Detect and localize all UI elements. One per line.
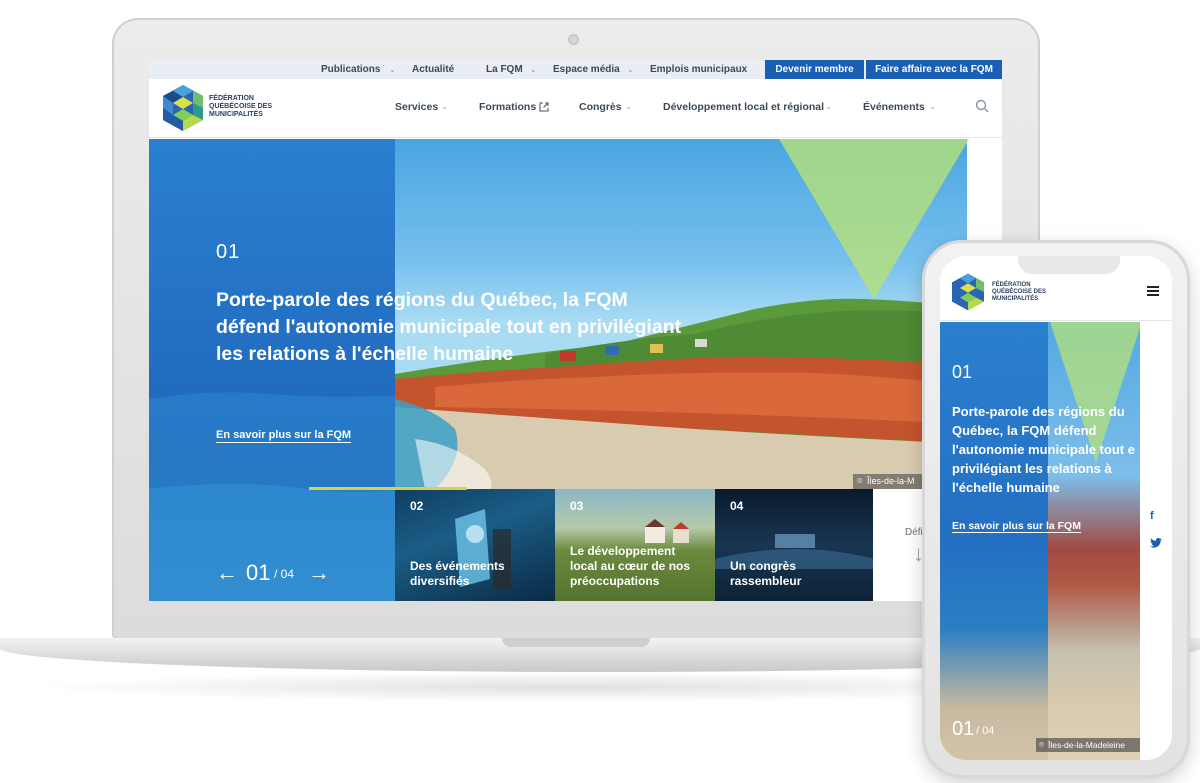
hero-slider: 01 Porte-parole des régions du Québec, l…	[149, 139, 1002, 601]
location-label: Îles-de-la-M	[867, 476, 915, 486]
slide-tile[interactable]: 02 Des événements diversifiés	[395, 489, 555, 601]
slide-tile[interactable]: 03 Le développement local au cœur de nos…	[555, 489, 715, 601]
prev-arrow-icon[interactable]: ←	[216, 562, 238, 584]
mobile-hero: 01 Porte-parole des régions du Québec, l…	[940, 322, 1140, 760]
logo-wordmark: FÉDÉRATION QUÉBÉCOISE DES MUNICIPALITÉS	[992, 282, 1072, 303]
nav-developpement[interactable]: Développement local et régional	[663, 101, 824, 113]
hero-title: Porte-parole des régions du Québec, la F…	[952, 404, 1135, 495]
phone-screen: FÉDÉRATION QUÉBÉCOISE DES MUNICIPALITÉS …	[940, 256, 1172, 760]
chevron-down-icon: ⌄	[625, 102, 632, 111]
logo-line: QUÉBÉCOISE DES	[209, 103, 273, 110]
topbar-link-espace-media[interactable]: Espace média	[553, 64, 620, 75]
fqm-logo-icon[interactable]	[952, 272, 984, 312]
external-link-icon	[539, 102, 549, 112]
pager-current: 01	[246, 560, 271, 585]
logo-line: MUNICIPALITÉS	[209, 111, 263, 118]
chevron-down-icon: ⌄	[929, 102, 936, 111]
topbar-link-publications[interactable]: Publications	[321, 64, 380, 75]
chevron-down-icon: ⌄	[389, 65, 396, 74]
become-member-button[interactable]: Devenir membre	[765, 60, 864, 79]
topbar-link-actualite[interactable]: Actualité	[412, 64, 454, 75]
utility-bar: Publications ⌄ Actualité La FQM ⌄ Espace…	[149, 60, 1002, 79]
sea-overlay	[149, 392, 395, 601]
nav-evenements[interactable]: Événements	[863, 101, 925, 113]
scroll-hint-label: Défi	[905, 527, 923, 538]
logo-line: FÉDÉRATION	[992, 282, 1031, 288]
next-arrow-icon[interactable]: →	[308, 562, 330, 584]
location-label: Îles-de-la-Madeleine	[1048, 740, 1126, 750]
logo-line: QUÉBÉCOISE DES	[992, 289, 1047, 295]
slide-number: 01	[952, 362, 973, 382]
learn-more-link[interactable]: En savoir plus sur la FQM	[952, 520, 1081, 533]
header-divider	[940, 320, 1172, 321]
twitter-icon[interactable]	[1150, 538, 1162, 548]
tile-text: Le développement local au cœur de nos pr…	[570, 544, 691, 588]
phone-notch	[1018, 256, 1120, 274]
chevron-down-icon: ⌄	[441, 102, 448, 111]
houses-image	[645, 519, 689, 543]
location-pin-icon: ⌾	[857, 476, 863, 486]
nav-services[interactable]: Services	[395, 101, 438, 113]
main-header: FÉDÉRATION QUÉBÉCOISE DES MUNICIPALITÉS …	[149, 79, 1002, 138]
slide-number: 01	[216, 241, 241, 263]
learn-more-link[interactable]: En savoir plus sur la FQM	[216, 429, 352, 443]
nav-congres[interactable]: Congrès	[579, 101, 622, 113]
hamburger-menu-icon[interactable]	[1147, 286, 1159, 296]
laptop-camera	[568, 34, 579, 45]
nav-formations[interactable]: Formations	[479, 101, 536, 113]
mockup-stage: Publications ⌄ Actualité La FQM ⌄ Espace…	[0, 0, 1200, 783]
pager-total: / 04	[976, 725, 995, 737]
tile-text: Un congrès rassembleur	[730, 559, 802, 588]
slide-tile[interactable]: 04 Un congrès rassembleur	[715, 489, 875, 601]
tile-number: 02	[410, 499, 424, 513]
photo-location-badge: ⌾ Îles-de-la-Madeleine	[1036, 738, 1140, 752]
facebook-icon[interactable]: f	[1150, 510, 1154, 522]
hero-title: Porte-parole des régions du Québec, la F…	[216, 289, 682, 365]
logo-line: MUNICIPALITÉS	[992, 296, 1039, 302]
logo-line: FÉDÉRATION	[209, 95, 254, 102]
chevron-down-icon: ⌄	[530, 65, 537, 74]
fqm-logo-icon[interactable]	[163, 85, 203, 131]
search-icon[interactable]	[975, 99, 989, 113]
business-button[interactable]: Faire affaire avec la FQM	[866, 60, 1002, 79]
chevron-down-icon: ⌄	[627, 65, 634, 74]
pager-current: 01	[952, 718, 975, 740]
topbar-link-emplois[interactable]: Emplois municipaux	[650, 64, 747, 75]
topbar-link-la-fqm[interactable]: La FQM	[486, 64, 523, 75]
pager-total: / 04	[274, 567, 295, 581]
location-pin-icon: ⌾	[1039, 740, 1044, 749]
logo-wordmark: FÉDÉRATION QUÉBÉCOISE DES MUNICIPALITÉS	[209, 95, 289, 119]
laptop-screen: Publications ⌄ Actualité La FQM ⌄ Espace…	[149, 60, 1002, 601]
active-tile-indicator	[309, 487, 467, 490]
tile-text: Des événements diversifiés	[410, 559, 505, 588]
tile-number: 04	[730, 499, 744, 513]
tile-number: 03	[570, 499, 584, 513]
laptop-notch	[502, 638, 650, 647]
chevron-down-icon: ⌄	[825, 102, 832, 111]
